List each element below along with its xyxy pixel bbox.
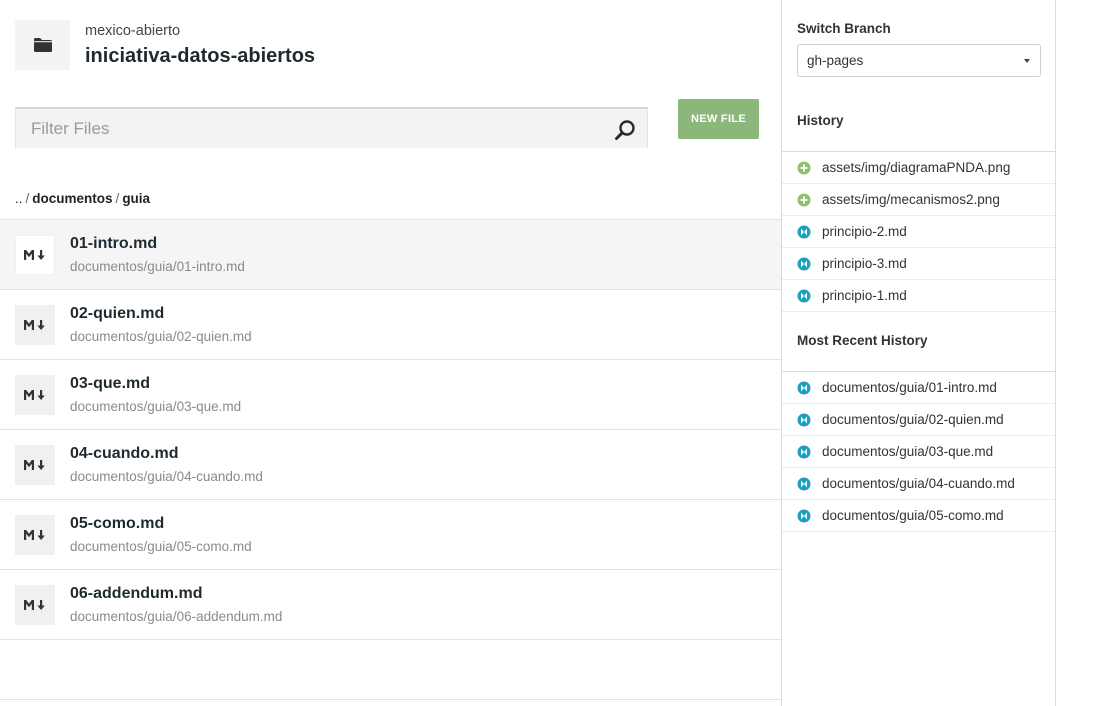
chevron-down-icon <box>1024 59 1030 63</box>
modified-icon <box>797 289 811 302</box>
branch-select-value: gh-pages <box>807 53 864 68</box>
repo-name[interactable]: iniciativa-datos-abiertos <box>85 43 315 69</box>
divider <box>0 699 781 700</box>
file-name[interactable]: 05-como.md <box>70 515 164 533</box>
recent-history-item-path: documentos/guia/02-quien.md <box>822 412 1004 427</box>
recent-history-item[interactable]: documentos/guia/04-cuando.md <box>782 468 1055 500</box>
file-path: documentos/guia/03-que.md <box>70 399 242 414</box>
repo-header: mexico-abierto iniciativa-datos-abiertos <box>15 20 315 70</box>
search-icon[interactable] <box>614 119 636 141</box>
file-row[interactable]: 06-addendum.md documentos/guia/06-addend… <box>0 570 781 640</box>
modified-icon <box>797 413 811 426</box>
breadcrumb-separator: / <box>25 191 30 206</box>
file-row[interactable]: 01-intro.md documentos/guia/01-intro.md <box>0 220 781 290</box>
recent-history-item[interactable]: documentos/guia/03-que.md <box>782 436 1055 468</box>
sidebar: Switch Branch gh-pages History assets/im… <box>781 0 1056 706</box>
filter-files-input[interactable] <box>16 118 596 139</box>
breadcrumb: .. / documentos / guia <box>15 191 150 206</box>
file-path: documentos/guia/05-como.md <box>70 539 252 554</box>
recent-history-item[interactable]: documentos/guia/02-quien.md <box>782 404 1055 436</box>
history-item[interactable]: assets/img/mecanismos2.png <box>782 184 1055 216</box>
history-item-path: principio-3.md <box>822 256 907 271</box>
file-row[interactable]: 03-que.md documentos/guia/03-que.md <box>0 360 781 430</box>
history-list: assets/img/diagramaPNDA.png assets/img/m… <box>782 151 1055 312</box>
history-item-path: principio-2.md <box>822 224 907 239</box>
file-name[interactable]: 03-que.md <box>70 375 150 393</box>
breadcrumb-item-guia[interactable]: guia <box>122 191 150 206</box>
modified-icon <box>797 509 811 522</box>
file-row[interactable]: 05-como.md documentos/guia/05-como.md <box>0 500 781 570</box>
added-icon <box>797 193 811 206</box>
history-item[interactable]: principio-2.md <box>782 216 1055 248</box>
branch-select[interactable]: gh-pages <box>797 44 1041 77</box>
file-name[interactable]: 02-quien.md <box>70 305 164 323</box>
file-row[interactable]: 04-cuando.md documentos/guia/04-cuando.m… <box>0 430 781 500</box>
breadcrumb-item-documentos[interactable]: documentos <box>32 191 112 206</box>
breadcrumb-separator: / <box>115 191 120 206</box>
history-item[interactable]: assets/img/diagramaPNDA.png <box>782 152 1055 184</box>
modified-icon <box>797 257 811 270</box>
folder-icon <box>15 20 70 70</box>
modified-icon <box>797 445 811 458</box>
modified-icon <box>797 381 811 394</box>
markdown-icon <box>15 305 55 345</box>
added-icon <box>797 161 811 174</box>
file-list: 01-intro.md documentos/guia/01-intro.md … <box>0 219 781 640</box>
file-path: documentos/guia/04-cuando.md <box>70 469 263 484</box>
history-item-path: principio-1.md <box>822 288 907 303</box>
file-path: documentos/guia/02-quien.md <box>70 329 252 344</box>
modified-icon <box>797 477 811 490</box>
history-item-path: assets/img/mecanismos2.png <box>822 192 1000 207</box>
markdown-icon <box>15 375 55 415</box>
recent-history-item[interactable]: documentos/guia/05-como.md <box>782 500 1055 532</box>
recent-history-item[interactable]: documentos/guia/01-intro.md <box>782 372 1055 404</box>
repo-owner[interactable]: mexico-abierto <box>85 22 315 40</box>
file-path: documentos/guia/01-intro.md <box>70 259 245 274</box>
recent-history-list: documentos/guia/01-intro.md documentos/g… <box>782 371 1055 532</box>
file-name[interactable]: 01-intro.md <box>70 235 157 253</box>
markdown-icon <box>15 515 55 555</box>
markdown-icon <box>15 235 55 275</box>
file-row[interactable]: 02-quien.md documentos/guia/02-quien.md <box>0 290 781 360</box>
history-heading: History <box>797 113 844 128</box>
markdown-icon <box>15 445 55 485</box>
file-name[interactable]: 04-cuando.md <box>70 445 178 463</box>
markdown-icon <box>15 585 55 625</box>
most-recent-history-heading: Most Recent History <box>797 333 928 348</box>
history-item-path: assets/img/diagramaPNDA.png <box>822 160 1011 175</box>
filter-files-box[interactable] <box>15 107 648 148</box>
modified-icon <box>797 225 811 238</box>
recent-history-item-path: documentos/guia/05-como.md <box>822 508 1004 523</box>
recent-history-item-path: documentos/guia/01-intro.md <box>822 380 997 395</box>
main-panel: mexico-abierto iniciativa-datos-abiertos… <box>0 0 781 706</box>
switch-branch-label: Switch Branch <box>797 21 891 36</box>
breadcrumb-up[interactable]: .. <box>15 191 23 206</box>
new-file-button[interactable]: NEW FILE <box>678 99 759 139</box>
recent-history-item-path: documentos/guia/04-cuando.md <box>822 476 1015 491</box>
file-name[interactable]: 06-addendum.md <box>70 585 202 603</box>
file-path: documentos/guia/06-addendum.md <box>70 609 283 624</box>
history-item[interactable]: principio-3.md <box>782 248 1055 280</box>
recent-history-item-path: documentos/guia/03-que.md <box>822 444 994 459</box>
history-item[interactable]: principio-1.md <box>782 280 1055 312</box>
